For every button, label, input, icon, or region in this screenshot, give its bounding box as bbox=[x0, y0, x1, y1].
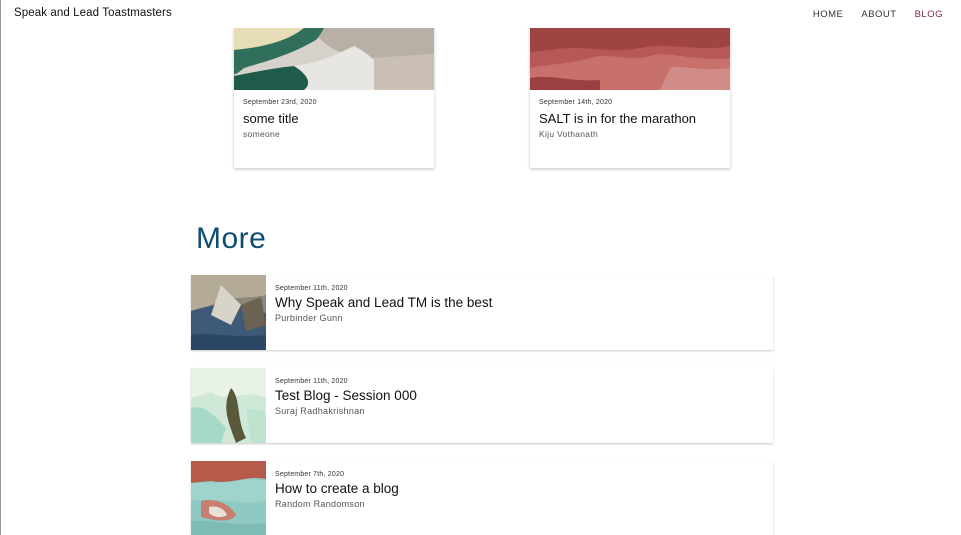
post-date: September 14th, 2020 bbox=[539, 99, 613, 106]
post-date: September 23rd, 2020 bbox=[243, 99, 317, 106]
site-brand[interactable]: Speak and Lead Toastmasters bbox=[14, 7, 172, 19]
site-header: Speak and Lead Toastmasters HOME ABOUT B… bbox=[1, 0, 961, 28]
featured-post-card[interactable]: September 14th, 2020 SALT is in for the … bbox=[530, 28, 730, 168]
post-title[interactable]: Test Blog - Session 000 bbox=[275, 388, 417, 403]
post-date: September 11th, 2020 bbox=[275, 285, 348, 292]
list-item[interactable]: September 7th, 2020 How to create a blog… bbox=[191, 461, 773, 535]
post-title[interactable]: How to create a blog bbox=[275, 481, 399, 496]
post-thumbnail[interactable] bbox=[191, 461, 266, 535]
post-thumbnail[interactable] bbox=[191, 275, 266, 350]
post-author: Suraj Radhakrishnan bbox=[275, 406, 365, 416]
post-author: Random Randomson bbox=[275, 499, 365, 509]
post-thumbnail[interactable] bbox=[530, 28, 730, 90]
post-author: Kiju Vothanath bbox=[539, 129, 599, 139]
list-item[interactable]: September 11th, 2020 Why Speak and Lead … bbox=[191, 275, 773, 350]
post-author: someone bbox=[243, 129, 281, 139]
nav-blog[interactable]: BLOG bbox=[915, 9, 943, 20]
post-thumbnail[interactable] bbox=[234, 28, 434, 90]
main-nav: HOME ABOUT BLOG bbox=[813, 9, 943, 20]
post-title[interactable]: Why Speak and Lead TM is the best bbox=[275, 295, 492, 310]
post-author: Purbinder Gunn bbox=[275, 313, 343, 323]
nav-home[interactable]: HOME bbox=[813, 9, 844, 20]
post-date: September 11th, 2020 bbox=[275, 378, 348, 385]
post-title[interactable]: SALT is in for the marathon bbox=[539, 111, 721, 126]
list-item[interactable]: September 11th, 2020 Test Blog - Session… bbox=[191, 368, 773, 443]
post-date: September 7th, 2020 bbox=[275, 471, 345, 478]
featured-post-card[interactable]: September 23rd, 2020 some title someone bbox=[234, 28, 434, 168]
post-thumbnail[interactable] bbox=[191, 368, 266, 443]
nav-about[interactable]: ABOUT bbox=[861, 9, 896, 20]
post-title[interactable]: some title bbox=[243, 111, 425, 126]
more-heading: More bbox=[196, 222, 267, 255]
